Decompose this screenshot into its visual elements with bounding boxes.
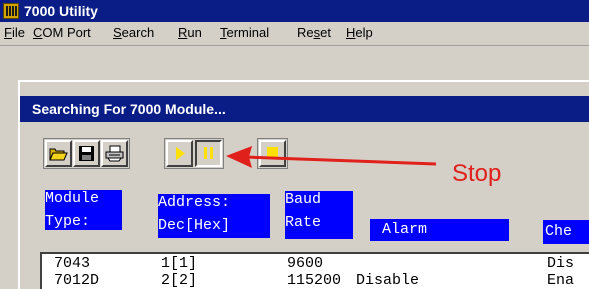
row-1-address[interactable]: 1[1] xyxy=(161,255,197,272)
menu-com-port-label: OM Port xyxy=(42,25,91,40)
stop-annotation-label: Stop xyxy=(452,160,502,187)
folder-open-icon xyxy=(49,148,68,161)
menu-bar: File COM Port Search Run Terminal Reset … xyxy=(0,22,589,46)
header-check-line2: Che xyxy=(545,223,573,240)
row-1-type[interactable]: 7043 xyxy=(54,255,90,272)
menu-com-port-hotkey: C xyxy=(33,25,43,40)
header-address-line2: Dec[Hex] xyxy=(158,217,231,234)
menu-reset-label: et xyxy=(320,25,331,40)
menu-com-port[interactable]: COM Port xyxy=(33,25,91,41)
menu-search-hotkey: S xyxy=(113,25,122,40)
module-list[interactable]: 7043 1[1] 9600 Dis 7012D 2[2] 115200 Dis… xyxy=(40,252,589,289)
row-2-address[interactable]: 2[2] xyxy=(161,272,197,289)
row-1-check[interactable]: Dis xyxy=(547,255,574,272)
menu-reset-pre: Re xyxy=(297,25,314,40)
row-2-check[interactable]: Ena xyxy=(547,272,574,289)
menu-run-label: un xyxy=(187,25,202,40)
menu-help[interactable]: Help xyxy=(346,25,373,41)
menu-help-hotkey: H xyxy=(346,25,356,40)
menu-run-hotkey: R xyxy=(178,25,188,40)
column-header-check[interactable]: Che xyxy=(543,220,589,244)
dialog-title-bar[interactable]: Searching For 7000 Module... xyxy=(20,96,589,122)
menu-reset[interactable]: Reset xyxy=(297,25,331,41)
header-module-line2: Type: xyxy=(45,213,91,230)
menu-search[interactable]: Search xyxy=(113,25,154,41)
row-1-baud[interactable]: 9600 xyxy=(287,255,323,272)
menu-terminal-label: erminal xyxy=(226,25,270,40)
column-header-alarm[interactable]: Alarm xyxy=(370,219,509,241)
header-alarm-line2: Alarm xyxy=(382,221,428,238)
window-title: 7000 Utility xyxy=(24,3,98,19)
menu-search-label: earch xyxy=(121,25,155,40)
menu-help-label: elp xyxy=(355,25,373,40)
play-icon xyxy=(176,147,185,160)
menu-terminal[interactable]: Terminal xyxy=(220,25,269,41)
title-bar[interactable]: 7000 Utility xyxy=(0,0,589,22)
menu-file[interactable]: File xyxy=(4,25,25,41)
header-baud-line2: Rate xyxy=(285,214,322,231)
save-button[interactable] xyxy=(73,140,100,167)
annotation-arrow xyxy=(226,146,437,168)
row-2-alarm[interactable]: Disable xyxy=(356,272,419,289)
app-chip-icon[interactable] xyxy=(3,3,19,19)
header-baud-line1: Baud xyxy=(285,191,322,208)
print-button[interactable] xyxy=(101,140,128,167)
row-2-baud[interactable]: 115200 xyxy=(287,272,341,289)
floppy-disk-icon xyxy=(79,146,94,161)
column-header-baud-rate[interactable]: Baud Rate xyxy=(285,191,353,239)
open-button[interactable] xyxy=(45,140,72,167)
header-module-line1: Module xyxy=(45,190,100,207)
header-address-line1: Address: xyxy=(158,194,231,211)
printer-icon xyxy=(105,145,124,162)
dialog-title: Searching For 7000 Module... xyxy=(32,101,226,117)
column-header-address[interactable]: Address: Dec[Hex] xyxy=(158,194,270,238)
menu-file-hotkey: F xyxy=(4,25,12,40)
run-button[interactable] xyxy=(166,140,193,167)
column-header-module-type[interactable]: Module Type: xyxy=(45,190,122,230)
menu-file-label: ile xyxy=(11,25,25,40)
row-2-type[interactable]: 7012D xyxy=(54,272,99,289)
menu-run[interactable]: Run xyxy=(178,25,202,41)
